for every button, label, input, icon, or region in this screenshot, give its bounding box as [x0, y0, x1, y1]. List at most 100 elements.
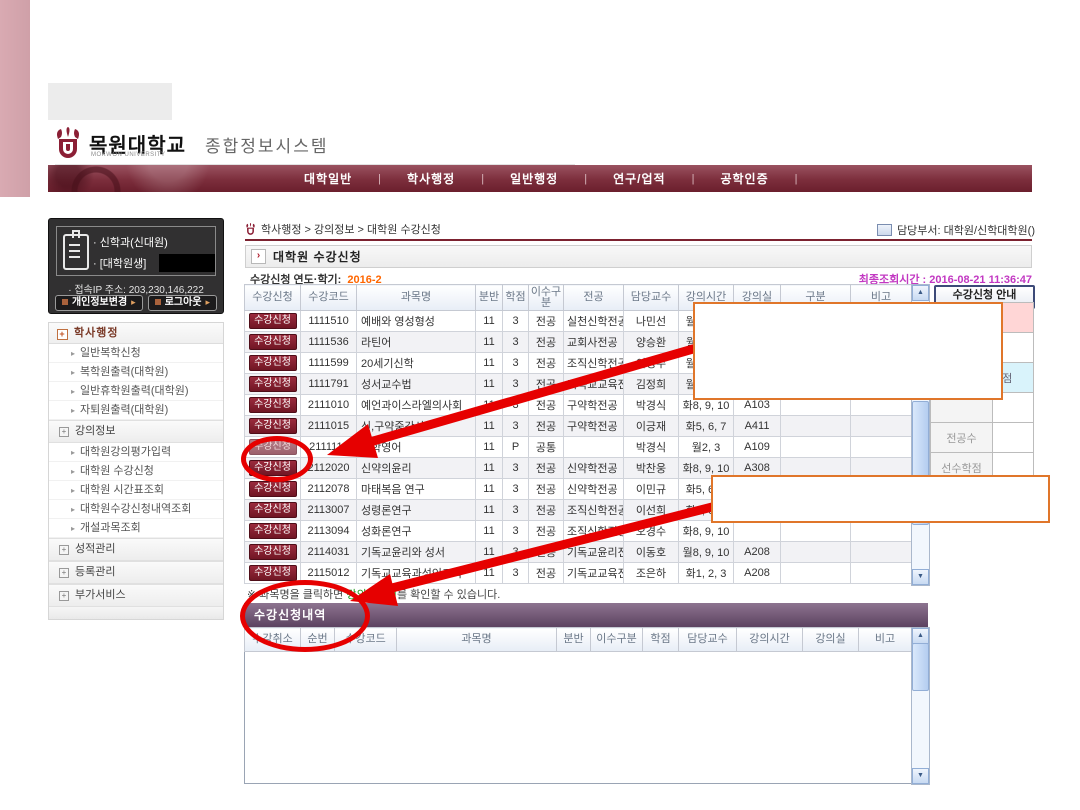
expand-icon: + [59, 545, 69, 555]
nav-item-4[interactable]: 공학인증 [694, 170, 794, 187]
arrow-right-icon: ▸ [71, 368, 75, 377]
department-info: 담당부서: 대학원/신학대학원() [877, 222, 1035, 238]
apply-button[interactable]: 수강신청 [249, 565, 297, 581]
sidebar-item[interactable]: ▸대학원강의평가입력 [49, 443, 223, 462]
course-name-link[interactable]: 예언과이스라엘의사회 [357, 395, 476, 416]
table-cell: 수강신청 [245, 311, 301, 332]
course-name-link[interactable]: 기독교윤리와 성서 [357, 542, 476, 563]
sidebar-item[interactable]: ▸개설과목조회 [49, 519, 223, 538]
sidebar-header-haksa[interactable]: +학사행정 [49, 323, 223, 344]
apply-button[interactable]: 수강신청 [249, 397, 297, 413]
nav-item-1[interactable]: 학사행정 [381, 170, 481, 187]
table-cell: 김정희 [624, 374, 679, 395]
sidebar-item[interactable]: ▸복학원출력(대학원) [49, 363, 223, 382]
column-header: 분반 [476, 285, 503, 311]
apply-button[interactable]: 수강신청 [249, 376, 297, 392]
apply-button[interactable]: 수강신청 [249, 502, 297, 518]
course-name-link[interactable]: 성화론연구 [357, 521, 476, 542]
table-cell: 전공 [529, 542, 564, 563]
university-logo-icon [245, 223, 256, 236]
table-cell: 월8, 9, 10 [679, 542, 734, 563]
sidebar-item[interactable]: ▸일반휴학원출력(대학원) [49, 382, 223, 401]
apply-button[interactable]: 수강신청 [249, 544, 297, 560]
scroll-up-icon[interactable]: ▲ [912, 628, 929, 644]
course-name-link[interactable]: 신,구약중간사 [357, 416, 476, 437]
table-row: 수강신청2114031기독교윤리와 성서113전공기독교윤리전공이동호월8, 9… [245, 542, 912, 563]
scroll-up-icon[interactable]: ▲ [912, 285, 929, 301]
user-dept: · 신학과(신대원) [93, 234, 168, 250]
expand-icon: + [57, 329, 68, 340]
callout-box-bottom [711, 475, 1050, 523]
apply-button[interactable]: 수강신청 [249, 523, 297, 539]
course-name-link[interactable]: 성서교수법 [357, 374, 476, 395]
table-cell: 구약학전공 [564, 395, 624, 416]
sidebar-item[interactable]: ▸대학원 시간표조회 [49, 481, 223, 500]
table-cell: 오경수 [624, 521, 679, 542]
nav-item-0[interactable]: 대학일반 [278, 170, 378, 187]
table-cell: 전공 [529, 479, 564, 500]
sidebar-item[interactable]: ▸자퇴원출력(대학원) [49, 401, 223, 420]
sidebar-footer [49, 607, 223, 619]
table-cell: 1111791 [301, 374, 357, 395]
sidebar-item[interactable]: +강의정보 [49, 420, 223, 443]
course-name-link[interactable]: 기독교교육과성인교육 [357, 563, 476, 584]
course-name-link[interactable]: 신약의윤리 [357, 458, 476, 479]
sidebar-item[interactable]: +부가서비스 [49, 584, 223, 607]
table-cell: 2111010 [301, 395, 357, 416]
arrow-right-icon: ▸ [206, 297, 211, 307]
column-header: 분반 [557, 628, 591, 652]
course-name-link[interactable]: 마태복음 연구 [357, 479, 476, 500]
table-row: 수강신청2113094성화론연구113전공조직신학전공오경수화8, 9, 10 [245, 521, 912, 542]
table-cell: 조직신학전공 [564, 353, 624, 374]
column-header: 과목명 [357, 285, 476, 311]
table-cell: 11 [476, 479, 503, 500]
table-cell: 2113007 [301, 500, 357, 521]
sidebar-item[interactable]: ▸대학원 수강신청 [49, 462, 223, 481]
arrow-right-icon: ▸ [71, 505, 75, 514]
sidebar-item[interactable]: +성적관리 [49, 538, 223, 561]
column-header: 강의시간 [737, 628, 803, 652]
user-role: · [대학원생] [93, 255, 146, 271]
course-name-link[interactable]: 예배와 영성형성 [357, 311, 476, 332]
table-cell: 전공 [529, 353, 564, 374]
nav-item-2[interactable]: 일반행정 [484, 170, 584, 187]
table-cell [564, 437, 624, 458]
user-panel: · 신학과(신대원) · [대학원생] · 접속IP 주소: 203,230,1… [48, 218, 224, 314]
course-name-link[interactable]: 라틴어 [357, 332, 476, 353]
redacted-name [159, 254, 215, 272]
scrollbar-thumb[interactable] [912, 643, 929, 691]
apply-button[interactable]: 수강신청 [249, 481, 297, 497]
sidebar-item[interactable]: ▸대학원수강신청내역조회 [49, 500, 223, 519]
change-info-button[interactable]: 개인정보변경▸ [55, 295, 143, 311]
table-cell: 이선희 [624, 500, 679, 521]
table-cell: A411 [734, 416, 781, 437]
scroll-down-icon[interactable]: ▼ [912, 768, 929, 784]
scroll-down-icon[interactable]: ▼ [912, 569, 929, 585]
logout-button[interactable]: 로그아웃▸ [148, 295, 217, 311]
table-row: 수강신청2111015신,구약중간사113전공구약학전공이긍재화5, 6, 7A… [245, 416, 912, 437]
sidebar-item[interactable]: +등록관리 [49, 561, 223, 584]
apply-button[interactable]: 수강신청 [249, 313, 297, 329]
nav-item-3[interactable]: 연구/업적 [587, 170, 692, 187]
course-name-link[interactable]: 신학영어 [357, 437, 476, 458]
column-header: 수강코드 [301, 285, 357, 311]
table-cell: 구약학전공 [564, 416, 624, 437]
column-header: 이수구분 [591, 628, 643, 652]
table-cell: 수강신청 [245, 416, 301, 437]
sidebar-item[interactable]: ▸일반복학신청 [49, 344, 223, 363]
table-cell: 3 [503, 479, 529, 500]
table-cell: 2112078 [301, 479, 357, 500]
course-name-link[interactable]: 20세기신학 [357, 353, 476, 374]
table-cell: 3 [503, 311, 529, 332]
summary-label: 전공수 [931, 423, 993, 453]
column-header: 이수구분 [529, 285, 564, 311]
column-header: 담당교수 [679, 628, 737, 652]
course-name-link[interactable]: 성령론연구 [357, 500, 476, 521]
table-cell: 11 [476, 353, 503, 374]
apply-button[interactable]: 수강신청 [249, 355, 297, 371]
apply-button[interactable]: 수강신청 [249, 334, 297, 350]
table-cell: 이동호 [624, 542, 679, 563]
apply-button[interactable]: 수강신청 [249, 418, 297, 434]
history-scrollbar[interactable]: ▲ ▼ [911, 627, 930, 785]
column-header: 과목명 [397, 628, 557, 652]
